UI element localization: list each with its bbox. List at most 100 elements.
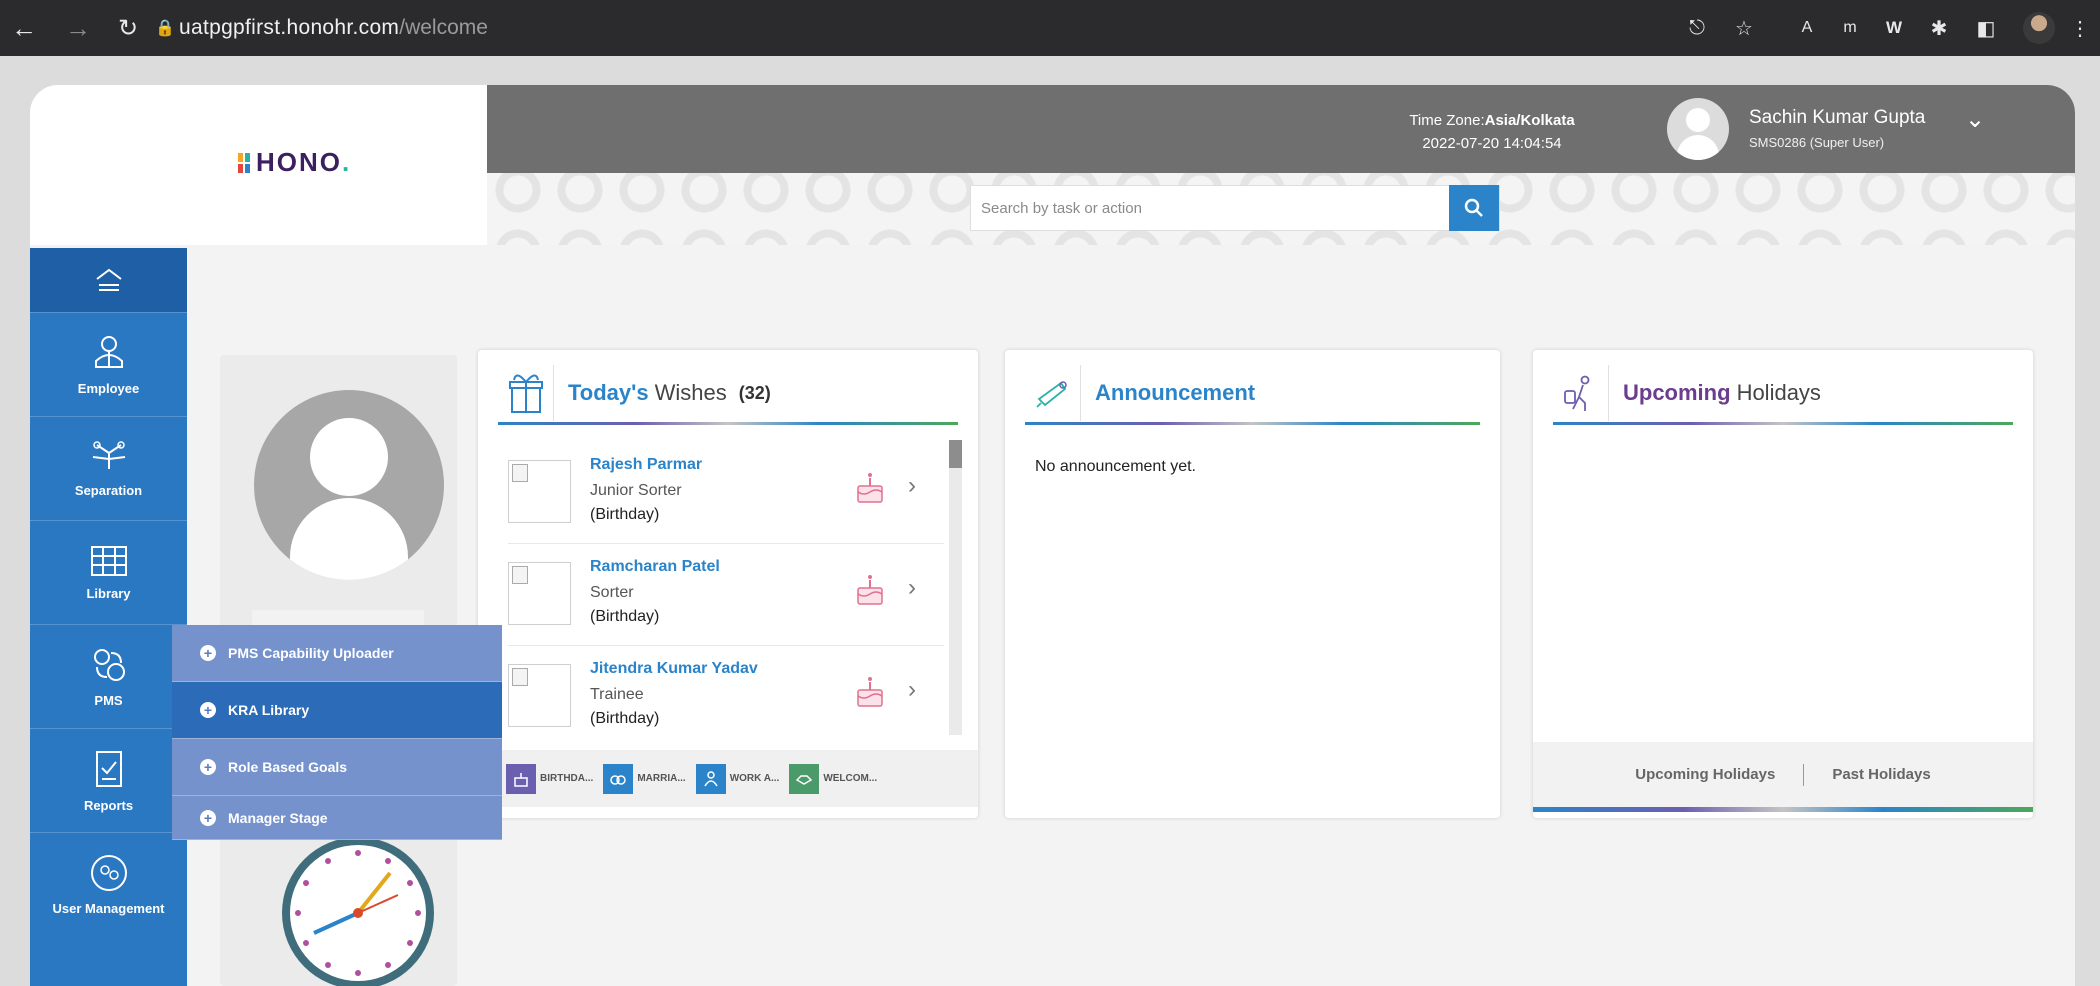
wish-row[interactable]: Rajesh Parmar Junior Sorter (Birthday) › — [508, 442, 944, 544]
user-avatar[interactable] — [1667, 98, 1729, 160]
wishes-count: (32) — [738, 382, 771, 403]
separation-icon — [92, 441, 125, 469]
chevron-right-icon[interactable]: › — [908, 472, 916, 500]
birthday-icon — [506, 763, 536, 794]
current-datetime: 2022-07-20 14:04:54 — [1422, 135, 1562, 152]
browser-profile-avatar[interactable] — [2023, 12, 2055, 44]
menu-item-pms-capability-uploader[interactable]: + PMS Capability Uploader — [172, 625, 502, 682]
wish-row[interactable]: Jitendra Kumar Yadav Trainee (Birthday) … — [508, 646, 944, 748]
logo-dot: . — [342, 147, 350, 177]
employee-photo — [508, 460, 571, 523]
sidebar-item-separation[interactable]: Separation — [30, 416, 187, 520]
chevron-right-icon[interactable]: › — [908, 574, 916, 602]
employee-photo — [508, 562, 571, 625]
welcome-icon — [789, 763, 820, 794]
plus-circle-icon: + — [200, 809, 216, 826]
header-bar: Time Zone:Asia/Kolkata 2022-07-20 14:04:… — [487, 85, 2075, 173]
sidebar-item-pms[interactable]: PMS — [30, 624, 187, 728]
timezone-block: Time Zone:Asia/Kolkata 2022-07-20 14:04:… — [1382, 109, 1602, 155]
menu-item-manager-stage[interactable]: + Manager Stage — [172, 796, 502, 840]
user-management-icon — [90, 855, 127, 891]
tab-label: MARRIA... — [637, 773, 686, 784]
extension-w-icon[interactable]: W — [1880, 14, 1908, 42]
tab-marriage[interactable]: MARRIA... — [603, 763, 686, 794]
chevron-down-icon[interactable]: ⌄ — [1965, 105, 1985, 134]
sidebar-item-label: User Management — [52, 901, 165, 916]
sidebar-item-label: Reports — [83, 798, 134, 813]
menu-item-role-based-goals[interactable]: + Role Based Goals — [172, 739, 502, 796]
user-name[interactable]: Sachin Kumar Gupta — [1749, 107, 1925, 129]
employee-icon — [94, 336, 123, 368]
back-icon[interactable]: ← — [8, 12, 40, 44]
wish-row[interactable]: Ramcharan Patel Sorter (Birthday) › — [508, 544, 944, 646]
wishes-divider — [498, 422, 958, 425]
hono-logo[interactable]: HONO. — [238, 147, 349, 178]
wish-name[interactable]: Jitendra Kumar Yadav — [590, 660, 758, 678]
birthday-cake-icon — [857, 677, 883, 707]
wish-name[interactable]: Ramcharan Patel — [590, 558, 720, 576]
tab-label: BIRTHDA... — [540, 773, 594, 784]
search-icon — [1464, 198, 1483, 217]
menu-item-kra-library[interactable]: + KRA Library — [172, 682, 502, 739]
browser-toolbar: ← → ↻ 🔒 uatpgpfirst.honohr.com/welcome ⎋… — [0, 0, 2100, 56]
marriage-icon — [603, 763, 634, 794]
tab-separator — [1803, 763, 1805, 786]
wishes-tabs: BIRTHDA... MARRIA... WORK A... WELCOM... — [478, 750, 978, 807]
browser-menu-icon[interactable]: ⋮ — [2066, 14, 2094, 42]
pms-icon — [93, 649, 125, 681]
sidebar-item-library[interactable]: Library — [30, 520, 187, 624]
menu-item-label: KRA Library — [228, 702, 310, 718]
tab-work-anniversary[interactable]: WORK A... — [695, 763, 779, 794]
sidebar-item-reports[interactable]: Reports — [30, 728, 187, 832]
reload-icon[interactable]: ↻ — [112, 12, 144, 44]
holidays-card-header: Upcoming Holidays — [1553, 360, 2013, 426]
wish-role: Trainee — [590, 686, 644, 703]
tab-welcome[interactable]: WELCOM... — [789, 763, 877, 794]
work-anniversary-icon — [695, 763, 726, 794]
library-icon — [90, 546, 127, 576]
url-host: uatpgpfirst.honohr.com — [179, 16, 400, 39]
reports-icon — [95, 751, 122, 787]
sidebar-item-user-management[interactable]: User Management — [30, 832, 187, 936]
home-icon — [95, 268, 122, 291]
holidays-bottom-stripe — [1533, 807, 2033, 812]
search-button[interactable] — [1449, 185, 1499, 231]
address-bar[interactable]: 🔒 uatpgpfirst.honohr.com/welcome — [155, 10, 1730, 46]
menu-item-label: Role Based Goals — [228, 759, 348, 775]
tab-upcoming-holidays[interactable]: Upcoming Holidays — [1635, 766, 1775, 783]
wishes-card: Today's Wishes (32) Rajesh Parmar Junior… — [478, 350, 978, 818]
sidebar-home[interactable] — [30, 248, 187, 312]
holidays-divider — [1553, 422, 2013, 425]
menu-item-label: PMS Capability Uploader — [228, 645, 394, 661]
holidays-tabs: Upcoming Holidays Past Holidays — [1533, 742, 2033, 807]
wishes-scrollbar[interactable] — [949, 440, 962, 735]
megaphone-icon — [1025, 365, 1081, 421]
sidebar-item-employee[interactable]: Employee — [30, 312, 187, 416]
holidays-card: Upcoming Holidays Upcoming Holidays Past… — [1533, 350, 2033, 818]
tab-past-holidays[interactable]: Past Holidays — [1832, 766, 1930, 783]
extensions-puzzle-icon[interactable]: ✱ — [1925, 14, 1953, 42]
plus-circle-icon: + — [200, 645, 216, 661]
bookmark-star-icon[interactable]: ☆ — [1730, 14, 1758, 42]
announcement-empty-text: No announcement yet. — [1035, 458, 1196, 475]
timezone-value: Asia/Kolkata — [1484, 112, 1575, 129]
extension-a-icon[interactable]: А — [1793, 14, 1821, 42]
profile-avatar[interactable] — [254, 390, 444, 580]
traveler-icon — [1553, 365, 1609, 421]
forward-icon[interactable]: → — [62, 12, 94, 44]
wish-occasion: (Birthday) — [590, 506, 660, 523]
sidebar-item-label: Library — [86, 586, 131, 601]
chevron-right-icon[interactable]: › — [908, 676, 916, 704]
tab-birthday[interactable]: BIRTHDA... — [506, 763, 594, 794]
menu-item-label: Manager Stage — [228, 809, 328, 826]
holidays-title: Holidays — [1736, 380, 1821, 405]
announcement-card: Announcement No announcement yet. — [1005, 350, 1500, 818]
wish-name[interactable]: Rajesh Parmar — [590, 456, 702, 474]
extension-m-icon[interactable]: m — [1836, 14, 1864, 42]
url-path: /welcome — [399, 16, 488, 39]
plus-circle-icon: + — [200, 702, 216, 718]
share-icon[interactable]: ⎋ — [1683, 14, 1711, 42]
side-panel-icon[interactable]: ◧ — [1972, 14, 2000, 42]
scrollbar-thumb[interactable] — [949, 440, 962, 468]
search-input[interactable] — [971, 186, 1449, 230]
